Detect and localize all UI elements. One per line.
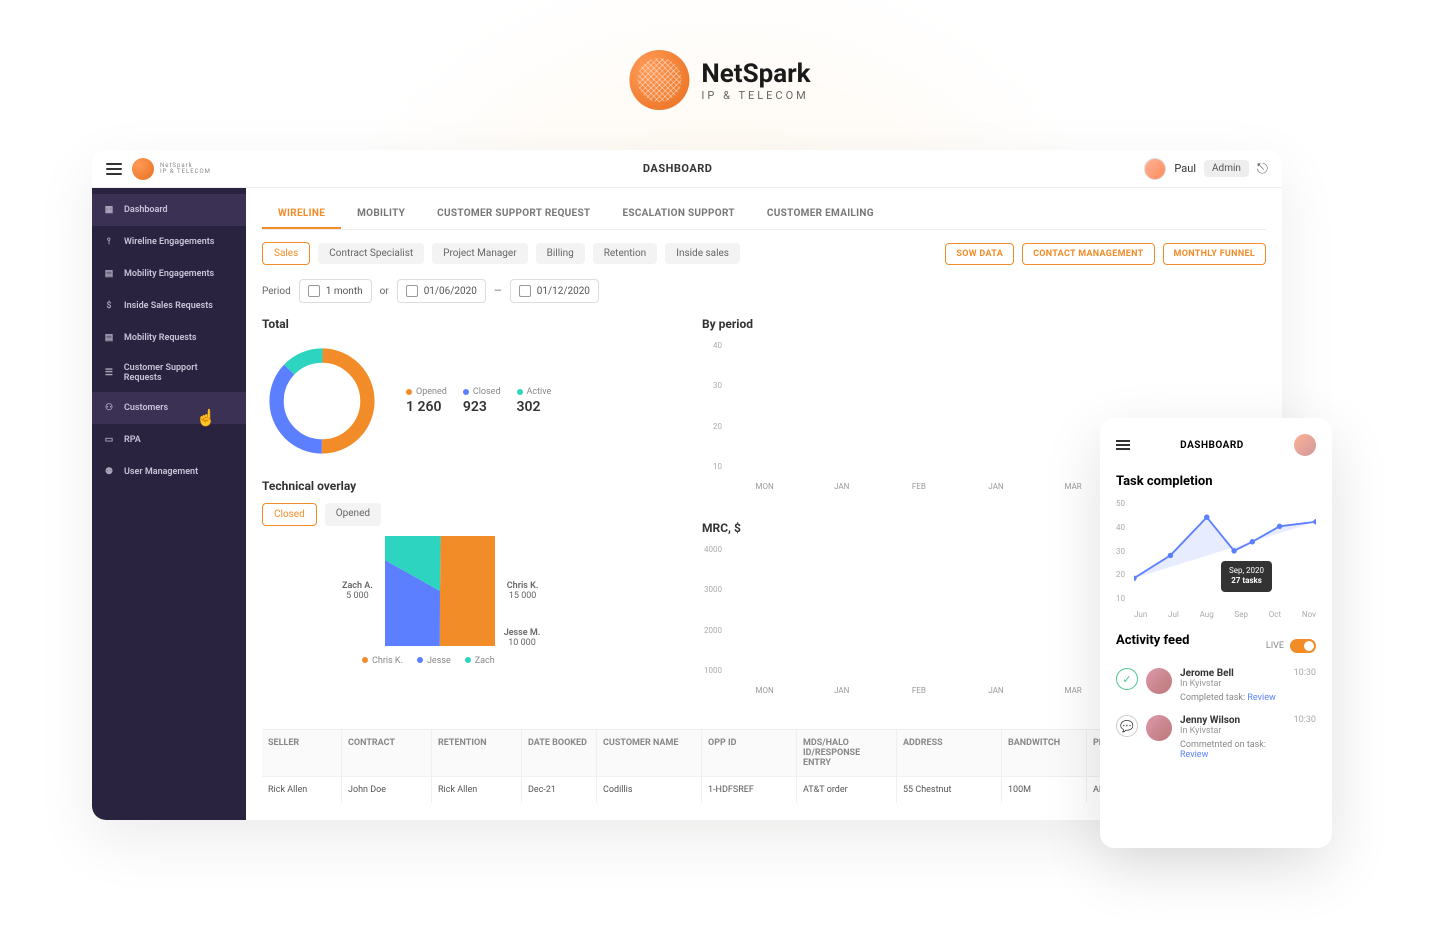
col-customer-name[interactable]: CUSTOMER NAME: [597, 730, 702, 776]
line-chart: 5040302010 Sep, 202027 tasks JunJulAugSe…: [1116, 499, 1316, 619]
sidebar-item-dashboard[interactable]: ▦Dashboard: [92, 194, 246, 226]
tab-customer-support-request[interactable]: CUSTOMER SUPPORT REQUEST: [421, 200, 606, 229]
hero-logo: NetSpark IP & TELECOM: [629, 50, 810, 110]
tab-mobility[interactable]: MOBILITY: [341, 200, 421, 229]
table-icon: ▤: [102, 331, 116, 345]
col-mds-halo-id-response-entry[interactable]: MDS/HALO ID/RESPONSE ENTRY: [797, 730, 897, 776]
donut-chart: [262, 341, 382, 461]
globe-icon: [629, 50, 689, 110]
calendar-icon: [308, 285, 320, 297]
mobile-card: DASHBOARD Task completion 5040302010 Sep…: [1100, 418, 1332, 848]
sidebar-item-customer-support-requests[interactable]: ☰Customer Support Requests: [92, 354, 246, 392]
user-name: Paul: [1174, 162, 1196, 175]
btn-sow-data[interactable]: SOW DATA: [945, 243, 1014, 265]
period-preset[interactable]: 1 month: [299, 279, 372, 303]
topbar: NetSparkIP & TELECOM DASHBOARD Paul Admi…: [92, 150, 1282, 188]
chip-project-manager[interactable]: Project Manager: [432, 243, 527, 264]
tech-chip-opened[interactable]: Opened: [325, 503, 381, 526]
feed-item[interactable]: 💬Jenny WilsonIn KyivstarCommetnted on ta…: [1116, 715, 1316, 760]
tech-title: Technical overlay: [262, 479, 682, 493]
total-title: Total: [262, 317, 682, 331]
btn-monthly-funnel[interactable]: MONTHLY FUNNEL: [1163, 243, 1266, 265]
chip-billing[interactable]: Billing: [536, 243, 585, 264]
page-title: DASHBOARD: [211, 162, 1145, 175]
sidebar: ▦Dashboard⫯Wireline Engagements▤Mobility…: [92, 188, 246, 820]
sidebar-item-inside-sales-requests[interactable]: $Inside Sales Requests: [92, 290, 246, 322]
chart-tooltip: Sep, 202027 tasks: [1221, 561, 1272, 592]
date-from[interactable]: 01/06/2020: [397, 279, 486, 303]
sidebar-item-rpa[interactable]: ▭RPA: [92, 424, 246, 456]
chip-retention[interactable]: Retention: [593, 243, 658, 264]
feed-title: Activity feed: [1116, 633, 1189, 648]
role-badge: Admin: [1204, 160, 1249, 177]
list-icon: ☰: [102, 366, 116, 380]
sidebar-item-wireline-engagements[interactable]: ⫯Wireline Engagements: [92, 226, 246, 258]
mobile-title: DASHBOARD: [1180, 440, 1244, 451]
pie-label-zach: Zach A.5 000: [342, 581, 373, 601]
avatar: [1146, 715, 1172, 741]
avatar: [1146, 668, 1172, 694]
col-opp-id[interactable]: OPP ID: [702, 730, 797, 776]
calendar-icon: [519, 285, 531, 297]
tech-chip-closed[interactable]: Closed: [262, 503, 317, 526]
chip-contract-specialist[interactable]: Contract Specialist: [318, 243, 424, 264]
brand-name: NetSpark: [701, 59, 810, 89]
check-icon: ✓: [1116, 668, 1138, 690]
menu-icon[interactable]: [1116, 438, 1130, 452]
globe-icon: [132, 158, 154, 180]
col-bandwitch[interactable]: BANDWITCH: [1002, 730, 1087, 776]
sidebar-item-customers[interactable]: ⚇Customers☝: [92, 392, 246, 424]
calendar-icon: [406, 285, 418, 297]
menu-icon[interactable]: [106, 160, 122, 178]
pie-chart: [385, 536, 495, 646]
pie-label-chris: Chris K.15 000: [507, 581, 539, 601]
avatar[interactable]: [1294, 434, 1316, 456]
logout-icon[interactable]: ⎋: [1257, 161, 1268, 177]
table-icon: ▤: [102, 267, 116, 281]
feed-item[interactable]: ✓Jerome BellIn KyivstarCompleted task: R…: [1116, 668, 1316, 703]
live-toggle[interactable]: LIVE: [1266, 639, 1316, 653]
tabs: WIRELINEMOBILITYCUSTOMER SUPPORT REQUEST…: [262, 200, 1266, 230]
tab-escalation-support[interactable]: ESCALATION SUPPORT: [606, 200, 750, 229]
chip-sales[interactable]: Sales: [262, 242, 310, 265]
task-completion-title: Task completion: [1116, 474, 1316, 489]
col-date-booked[interactable]: DATE BOOKED: [522, 730, 597, 776]
tab-customer-emailing[interactable]: CUSTOMER EMAILING: [751, 200, 890, 229]
col-retention[interactable]: RETENTION: [432, 730, 522, 776]
sidebar-item-mobility-engagements[interactable]: ▤Mobility Engagements: [92, 258, 246, 290]
chip-inside-sales[interactable]: Inside sales: [665, 243, 740, 264]
task-link[interactable]: Review: [1180, 750, 1208, 760]
user-icon: ⚉: [102, 465, 116, 479]
date-to[interactable]: 01/12/2020: [510, 279, 599, 303]
users-icon: ⚇: [102, 401, 116, 415]
chart-icon: ⫯: [102, 235, 116, 249]
period-row: Period 1 month or 01/06/2020 — 01/12/202…: [262, 279, 1266, 303]
folder-icon: ▭: [102, 433, 116, 447]
app-logo[interactable]: NetSparkIP & TELECOM: [132, 158, 211, 180]
avatar[interactable]: [1144, 158, 1166, 180]
byperiod-title: By period: [702, 317, 1266, 331]
task-link[interactable]: Review: [1247, 693, 1275, 703]
btn-contact-management[interactable]: CONTACT MANAGEMENT: [1022, 243, 1154, 265]
chat-icon: 💬: [1116, 715, 1138, 737]
grid-icon: ▦: [102, 203, 116, 217]
period-label: Period: [262, 286, 291, 297]
col-address[interactable]: ADDRESS: [897, 730, 1002, 776]
col-contract[interactable]: CONTRACT: [342, 730, 432, 776]
brand-sub: IP & TELECOM: [701, 89, 810, 102]
legend-active: Active302: [517, 387, 552, 415]
tab-wireline[interactable]: WIRELINE: [262, 200, 341, 229]
legend-opened: Opened1 260: [406, 387, 447, 415]
legend-closed: Closed923: [463, 387, 501, 415]
sidebar-item-user-management[interactable]: ⚉User Management: [92, 456, 246, 488]
dollar-icon: $: [102, 299, 116, 313]
sidebar-item-mobility-requests[interactable]: ▤Mobility Requests: [92, 322, 246, 354]
col-seller[interactable]: SELLER: [262, 730, 342, 776]
